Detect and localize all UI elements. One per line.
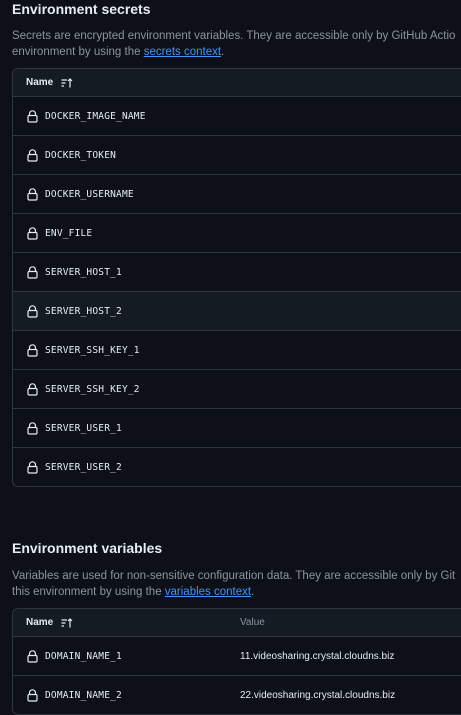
secrets-description-line2: environment by using the secrets context…: [12, 44, 461, 60]
secrets-context-link[interactable]: secrets context: [144, 46, 221, 58]
table-row[interactable]: DOMAIN_NAME_2 22.videosharing.crystal.clo…: [13, 676, 461, 714]
table-row[interactable]: SERVER_SSH_KEY_1: [13, 331, 461, 370]
secrets-description: Secrets are encrypted environment variab…: [12, 28, 461, 60]
lock-icon: [27, 226, 38, 240]
secret-name: SERVER_HOST_1: [45, 266, 122, 278]
sort-ascending-icon[interactable]: [61, 617, 73, 628]
variable-name: DOMAIN_NAME_1: [45, 650, 122, 662]
variables-description-line1: Variables are used for non-sensitive con…: [12, 570, 456, 582]
secret-name: SERVER_USER_2: [45, 461, 122, 473]
variables-description-line2: this environment by using the variables …: [12, 584, 461, 600]
secrets-description-line1: Secrets are encrypted environment variab…: [12, 30, 456, 42]
variables-table-header: Name Value: [13, 609, 461, 637]
lock-icon: [27, 649, 38, 663]
secrets-table-body: DOCKER_IMAGE_NAME DOCKER_TOKEN DOCKER_USER…: [13, 97, 461, 486]
lock-icon: [27, 265, 38, 279]
value-column-header: Value: [240, 617, 265, 628]
secret-name: SERVER_SSH_KEY_2: [45, 383, 140, 395]
secret-name: DOCKER_TOKEN: [45, 149, 117, 161]
variable-name: DOMAIN_NAME_2: [45, 689, 122, 701]
lock-icon: [27, 187, 38, 201]
secret-name: SERVER_USER_1: [45, 422, 122, 434]
variables-context-link[interactable]: variables context: [165, 586, 251, 598]
variables-description-end: .: [251, 586, 255, 598]
table-row[interactable]: SERVER_SSH_KEY_2: [13, 370, 461, 409]
table-row[interactable]: SERVER_USER_2: [13, 448, 461, 486]
variable-value: 11.videosharing.crystal.cloudns.biz: [240, 650, 395, 662]
secret-name: ENV_FILE: [45, 227, 93, 239]
secrets-description-end: .: [221, 46, 225, 58]
variables-table: Name Value DOMAIN_NAME_1 11.videosharing.…: [12, 608, 461, 715]
lock-icon: [27, 382, 38, 396]
secret-name: SERVER_SSH_KEY_1: [45, 344, 140, 356]
secret-name: DOCKER_IMAGE_NAME: [45, 110, 146, 122]
lock-icon: [27, 304, 38, 318]
sort-ascending-icon[interactable]: [61, 77, 73, 88]
table-row[interactable]: SERVER_HOST_2: [13, 292, 461, 331]
lock-icon: [27, 109, 38, 123]
lock-icon: [27, 421, 38, 435]
secrets-description-text: environment by using the: [12, 46, 144, 58]
name-column-label: Name: [26, 617, 54, 628]
variables-description: Variables are used for non-sensitive con…: [12, 568, 461, 600]
secret-name: SERVER_HOST_2: [45, 305, 122, 317]
secrets-table: Name DOCKER_IMAGE_NAME DOCKER_TOKEN DOCKER…: [12, 68, 461, 487]
name-column-label: Name: [26, 77, 54, 88]
table-row[interactable]: ENV_FILE: [13, 214, 461, 253]
lock-icon: [27, 148, 38, 162]
secrets-title: Environment secrets: [12, 1, 151, 17]
secret-name: DOCKER_USERNAME: [45, 188, 134, 200]
lock-icon: [27, 688, 38, 702]
secrets-table-header: Name: [13, 69, 461, 97]
lock-icon: [27, 460, 38, 474]
table-row[interactable]: DOCKER_TOKEN: [13, 136, 461, 175]
variables-title: Environment variables: [12, 540, 163, 556]
table-row[interactable]: DOMAIN_NAME_1 11.videosharing.crystal.clo…: [13, 637, 461, 676]
table-row[interactable]: SERVER_USER_1: [13, 409, 461, 448]
table-row[interactable]: DOCKER_IMAGE_NAME: [13, 97, 461, 136]
name-column-header[interactable]: Name: [13, 77, 73, 88]
variables-description-text: this environment by using the: [12, 586, 165, 598]
lock-icon: [27, 343, 38, 357]
table-row[interactable]: SERVER_HOST_1: [13, 253, 461, 292]
name-column-header[interactable]: Name: [13, 617, 73, 628]
variables-table-body: DOMAIN_NAME_1 11.videosharing.crystal.clo…: [13, 637, 461, 714]
variable-value: 22.videosharing.crystal.cloudns.biz: [240, 689, 396, 701]
table-row[interactable]: DOCKER_USERNAME: [13, 175, 461, 214]
